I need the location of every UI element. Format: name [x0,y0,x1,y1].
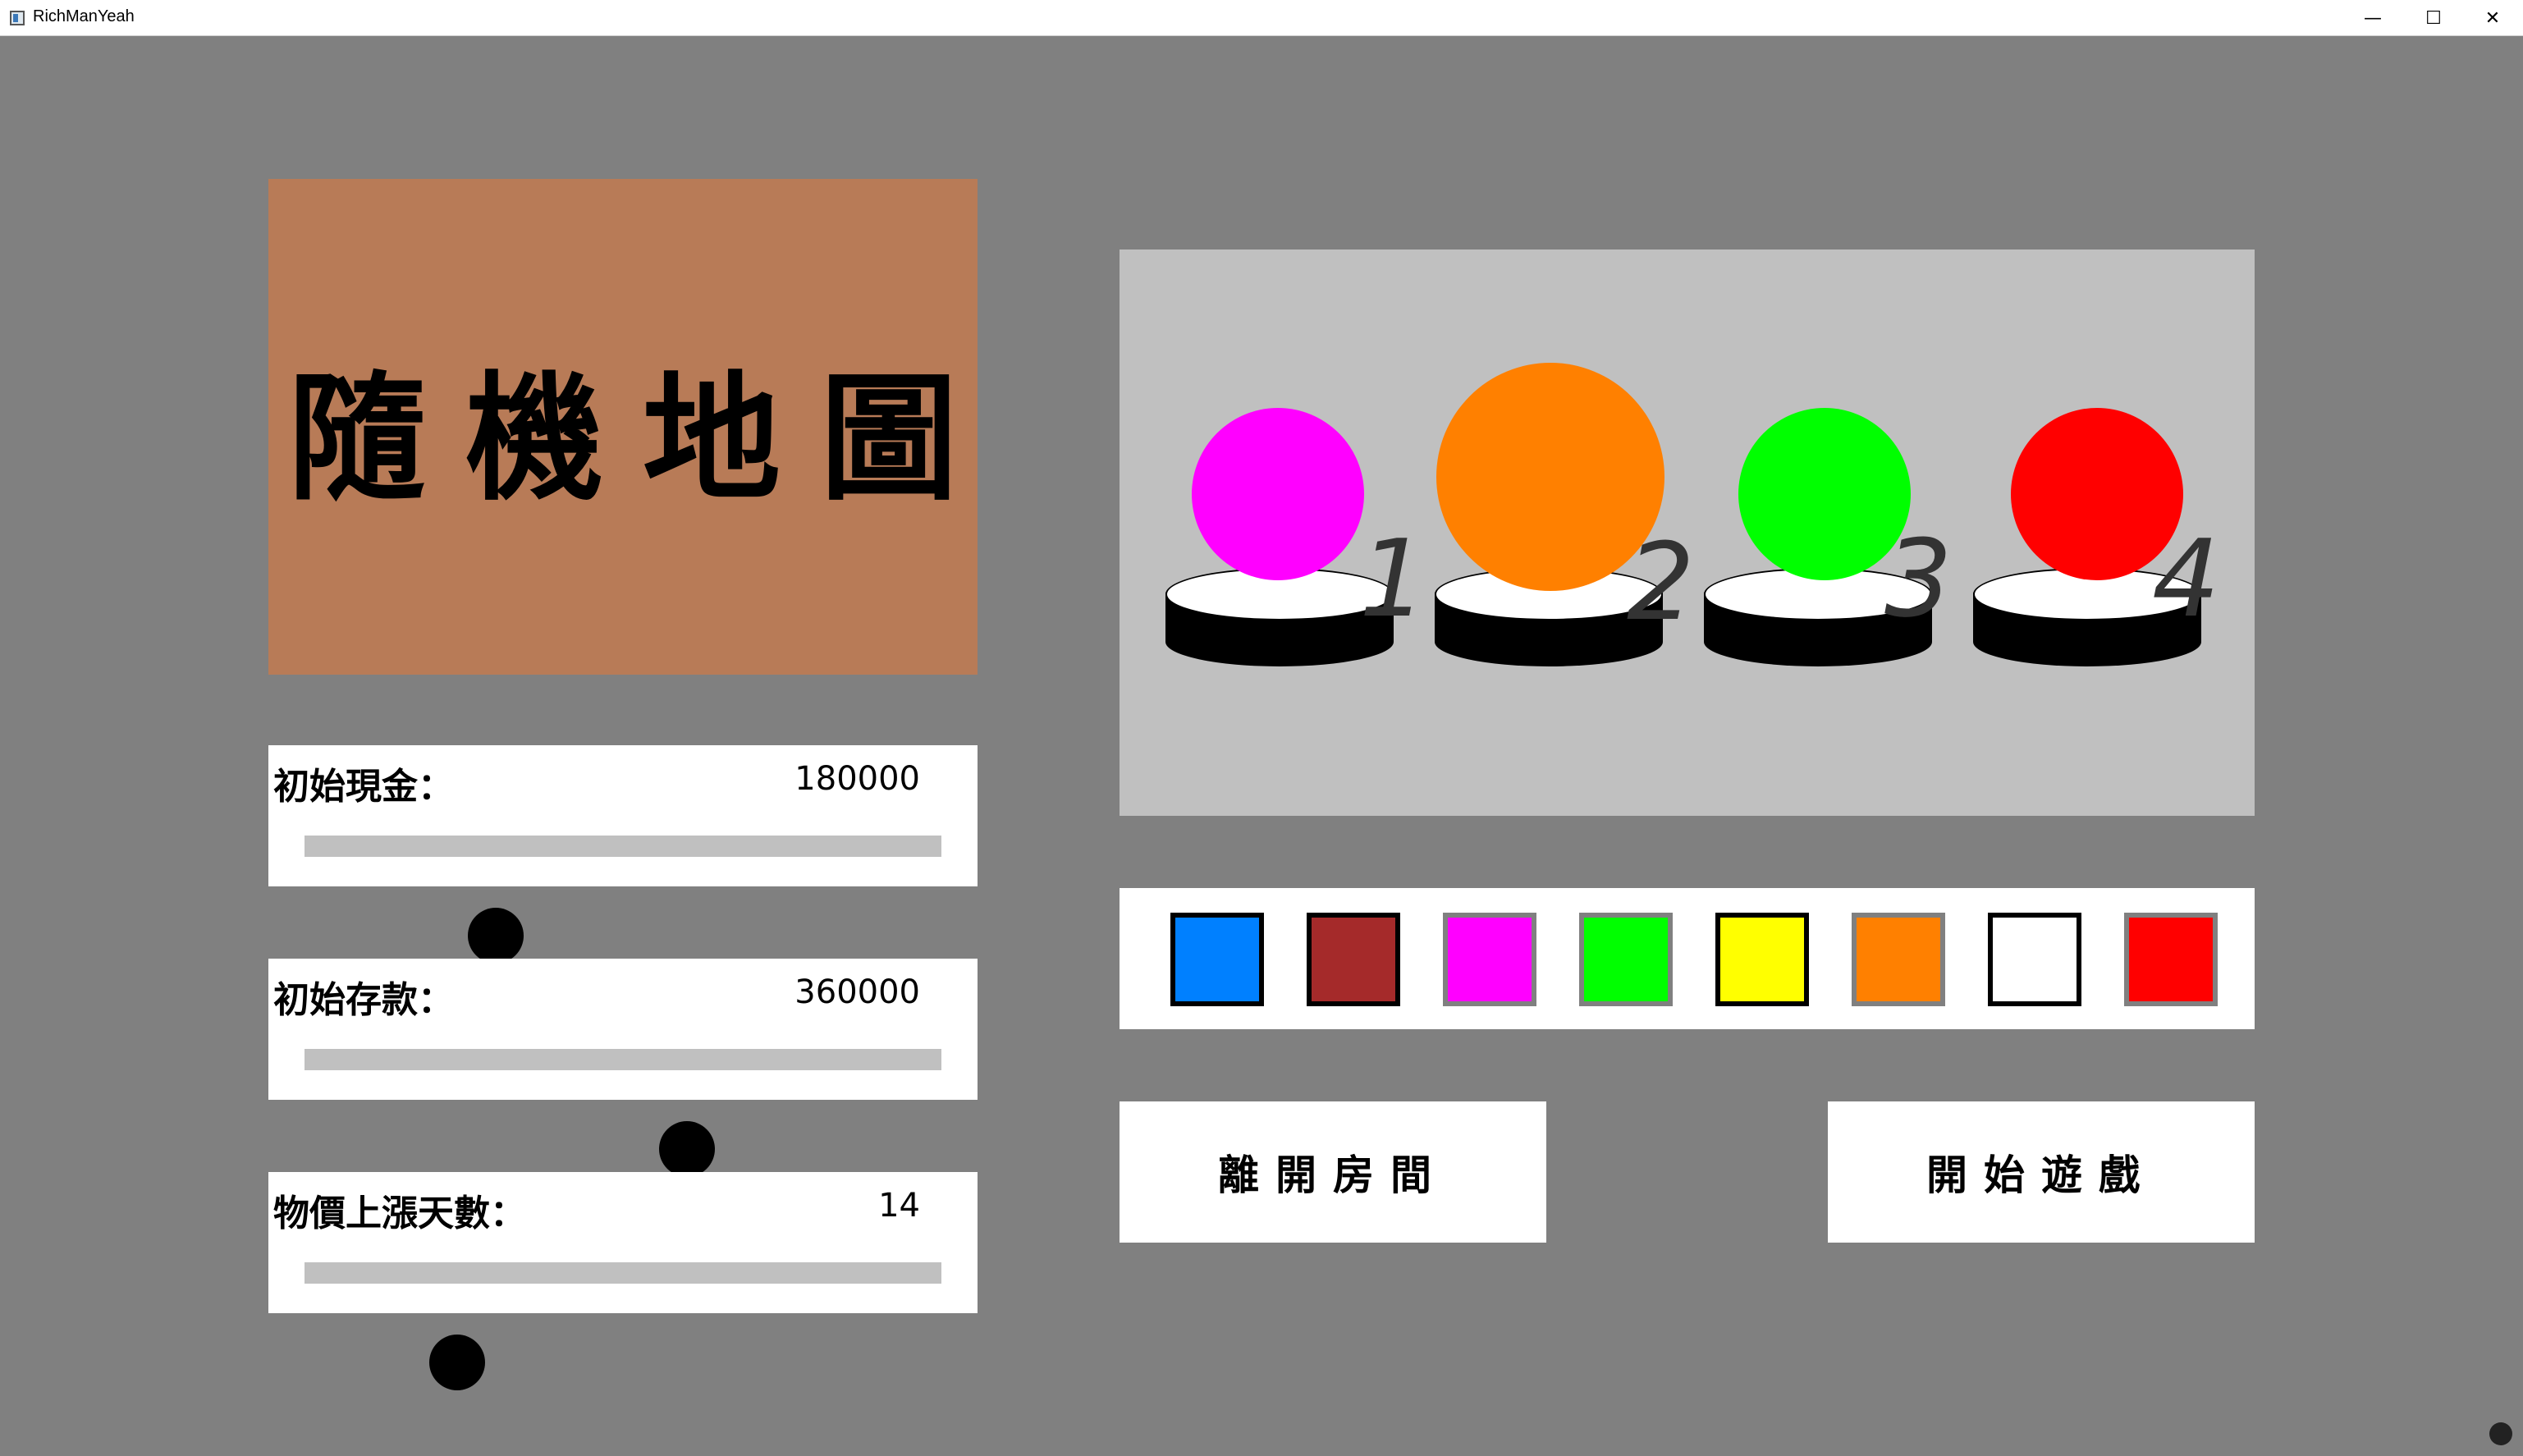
initial-cash-slider-knob[interactable] [467,908,524,964]
players-panel: 1 2 3 4 [1120,250,2255,816]
initial-deposit-slider-knob[interactable] [658,1121,715,1177]
price-rise-days-slider-knob[interactable] [429,1335,486,1390]
color-selection-panel [1120,888,2255,1029]
initial-cash-panel: 初始現金： 180000 [268,745,978,964]
initial-deposit-value: 360000 [794,973,920,1011]
color-swatch-brown[interactable] [1307,913,1400,1006]
initial-cash-label: 初始現金： [273,766,454,808]
color-swatch-green[interactable] [1579,913,1673,1006]
price-rise-days-panel: 物價上漲天數： 14 [268,1172,978,1390]
map-selector[interactable]: 隨機地圖 [268,179,978,675]
color-swatch-blue[interactable] [1170,913,1264,1006]
color-swatch-magenta[interactable] [1443,913,1536,1006]
initial-cash-value: 180000 [794,760,920,798]
color-swatch-white[interactable] [1988,913,2081,1006]
window-title: RichManYeah [33,7,135,25]
color-swatch-yellow[interactable] [1715,913,1809,1006]
initial-deposit-panel: 初始存款： 360000 [268,959,978,1177]
leave-room-button[interactable]: 離開房間 [1120,1101,1546,1243]
window-title-bar: RichManYeah — ☐ ✕ [0,0,2523,36]
player-1-number: 1 [1359,516,1427,641]
color-swatch-orange[interactable] [1852,913,1945,1006]
color-swatch-red[interactable] [2124,913,2218,1006]
maximize-icon[interactable]: ☐ [2403,0,2464,36]
map-title: 隨機地圖 [288,358,997,520]
player-4-number: 4 [2152,516,2220,641]
status-indicator-dot [2489,1422,2512,1445]
close-icon[interactable]: ✕ [2462,0,2523,36]
player-3-number: 3 [1884,516,1953,641]
price-rise-days-slider-track[interactable] [304,1262,941,1390]
app-icon [10,11,25,25]
player-1-ball [1192,408,1364,580]
initial-deposit-label: 初始存款： [273,979,454,1021]
price-rise-days-value: 14 [878,1187,920,1225]
price-rise-days-label: 物價上漲天數： [273,1193,526,1234]
initial-deposit-slider-track[interactable] [304,1049,941,1177]
initial-cash-slider-track[interactable] [304,836,941,964]
player-2-number: 2 [1627,520,1695,644]
start-game-button[interactable]: 開始遊戲 [1828,1101,2255,1243]
minimize-icon[interactable]: — [2342,0,2403,36]
